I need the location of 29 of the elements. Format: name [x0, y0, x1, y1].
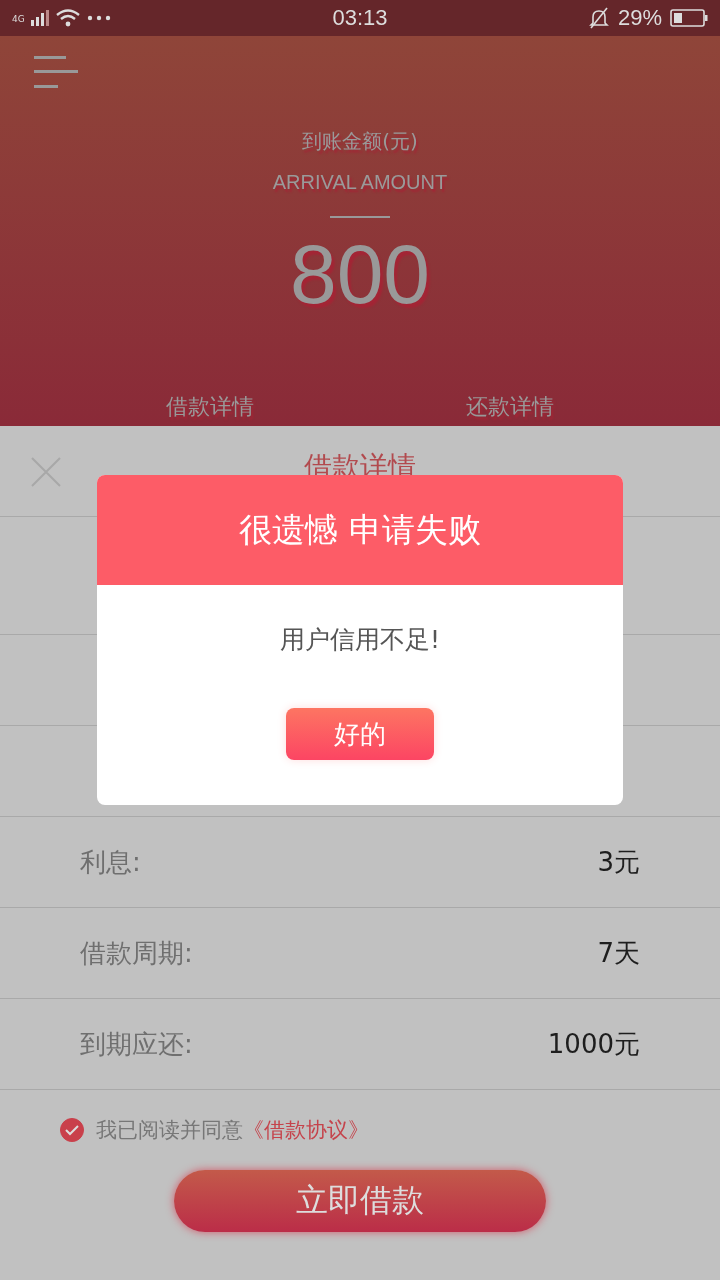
dialog-message: 用户信用不足! [280, 624, 440, 656]
dialog-title: 很遗憾 申请失败 [239, 508, 481, 551]
amount-label: 到账金额(元) [302, 128, 418, 155]
row-value: 7天 [597, 936, 640, 970]
muted-bell-icon [587, 7, 610, 29]
borrow-button[interactable]: 立即借款 [174, 1170, 546, 1232]
row-label: 利息: [80, 845, 141, 879]
menu-icon[interactable] [34, 56, 78, 90]
detail-tab[interactable]: 借款详情 [166, 392, 254, 422]
clock-time: 03:13 [332, 5, 388, 31]
row-value: 1000元 [547, 1027, 640, 1061]
row-value: 3元 [597, 845, 640, 879]
close-icon[interactable] [30, 456, 62, 488]
battery-percent: 29% [617, 5, 662, 31]
wifi-icon [54, 8, 81, 28]
agreement-link[interactable]: 《借款协议》 [243, 1116, 369, 1144]
row-label: 借款周期: [80, 936, 193, 970]
amount-value: 800 [289, 232, 431, 316]
battery-icon [670, 9, 708, 27]
detail-tab[interactable]: 还款详情 [466, 392, 554, 422]
amount-label-english: ARRIVAL AMOUNT [272, 171, 448, 194]
network-type: 4G [12, 14, 25, 24]
row-label: 到期应还: [80, 1027, 193, 1061]
signal-icon [30, 10, 49, 26]
checkbox[interactable] [60, 1118, 84, 1142]
more-icon [86, 15, 111, 21]
ok-button[interactable]: 好的 [286, 708, 434, 760]
agreement-text: 我已阅读并同意 [96, 1117, 243, 1144]
check-icon [65, 1124, 79, 1136]
